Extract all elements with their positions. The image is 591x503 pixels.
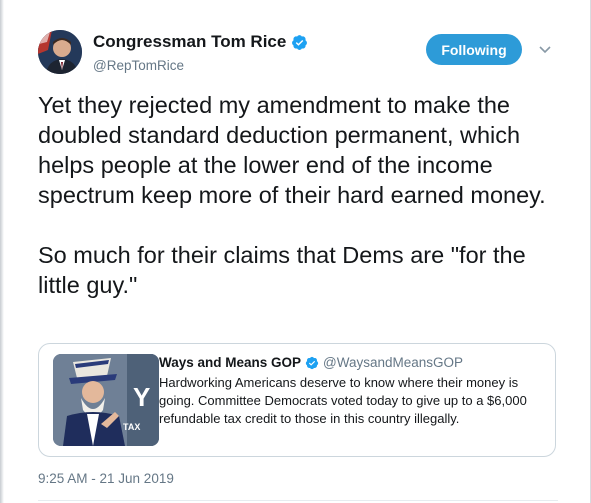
quoted-tweet-body: Ways and Means GOP @WaysandMeansGOP Hard… [159,355,544,428]
author-avatar[interactable] [38,30,82,74]
verified-badge-icon [292,34,308,50]
chevron-down-icon[interactable] [538,42,552,56]
quoted-tweet[interactable]: Y TAX Ways and Means GOP @WaysandMeansGO [38,343,556,457]
author-handle[interactable]: @RepTomRice [93,58,308,73]
uncle-sam-image: Y TAX [53,354,159,446]
tweet-text: Yet they rejected my amendment to make t… [38,92,546,298]
author-display-name[interactable]: Congressman Tom Rice [93,32,286,52]
quoted-tweet-text: Hardworking Americans deserve to know wh… [159,375,527,426]
verified-badge-icon [305,356,319,369]
author-info: Congressman Tom Rice @RepTomRice [93,32,308,73]
window-edge [0,0,4,503]
tweet-card: Congressman Tom Rice @RepTomRice Followi… [0,0,591,503]
tweet-header: Congressman Tom Rice @RepTomRice Followi… [38,28,570,78]
following-button[interactable]: Following [426,34,522,65]
quoted-tweet-header: Ways and Means GOP @WaysandMeansGOP [159,355,544,370]
tweet-timestamp[interactable]: 9:25 AM - 21 Jun 2019 [38,471,174,486]
svg-text:Y: Y [133,382,150,412]
image-overlay-text: TAX [123,422,140,432]
quoted-handle[interactable]: @WaysandMeansGOP [323,355,463,370]
avatar-image [38,30,82,74]
quoted-display-name[interactable]: Ways and Means GOP [159,355,301,370]
quoted-tweet-image: Y TAX [53,354,159,446]
divider [38,500,558,501]
